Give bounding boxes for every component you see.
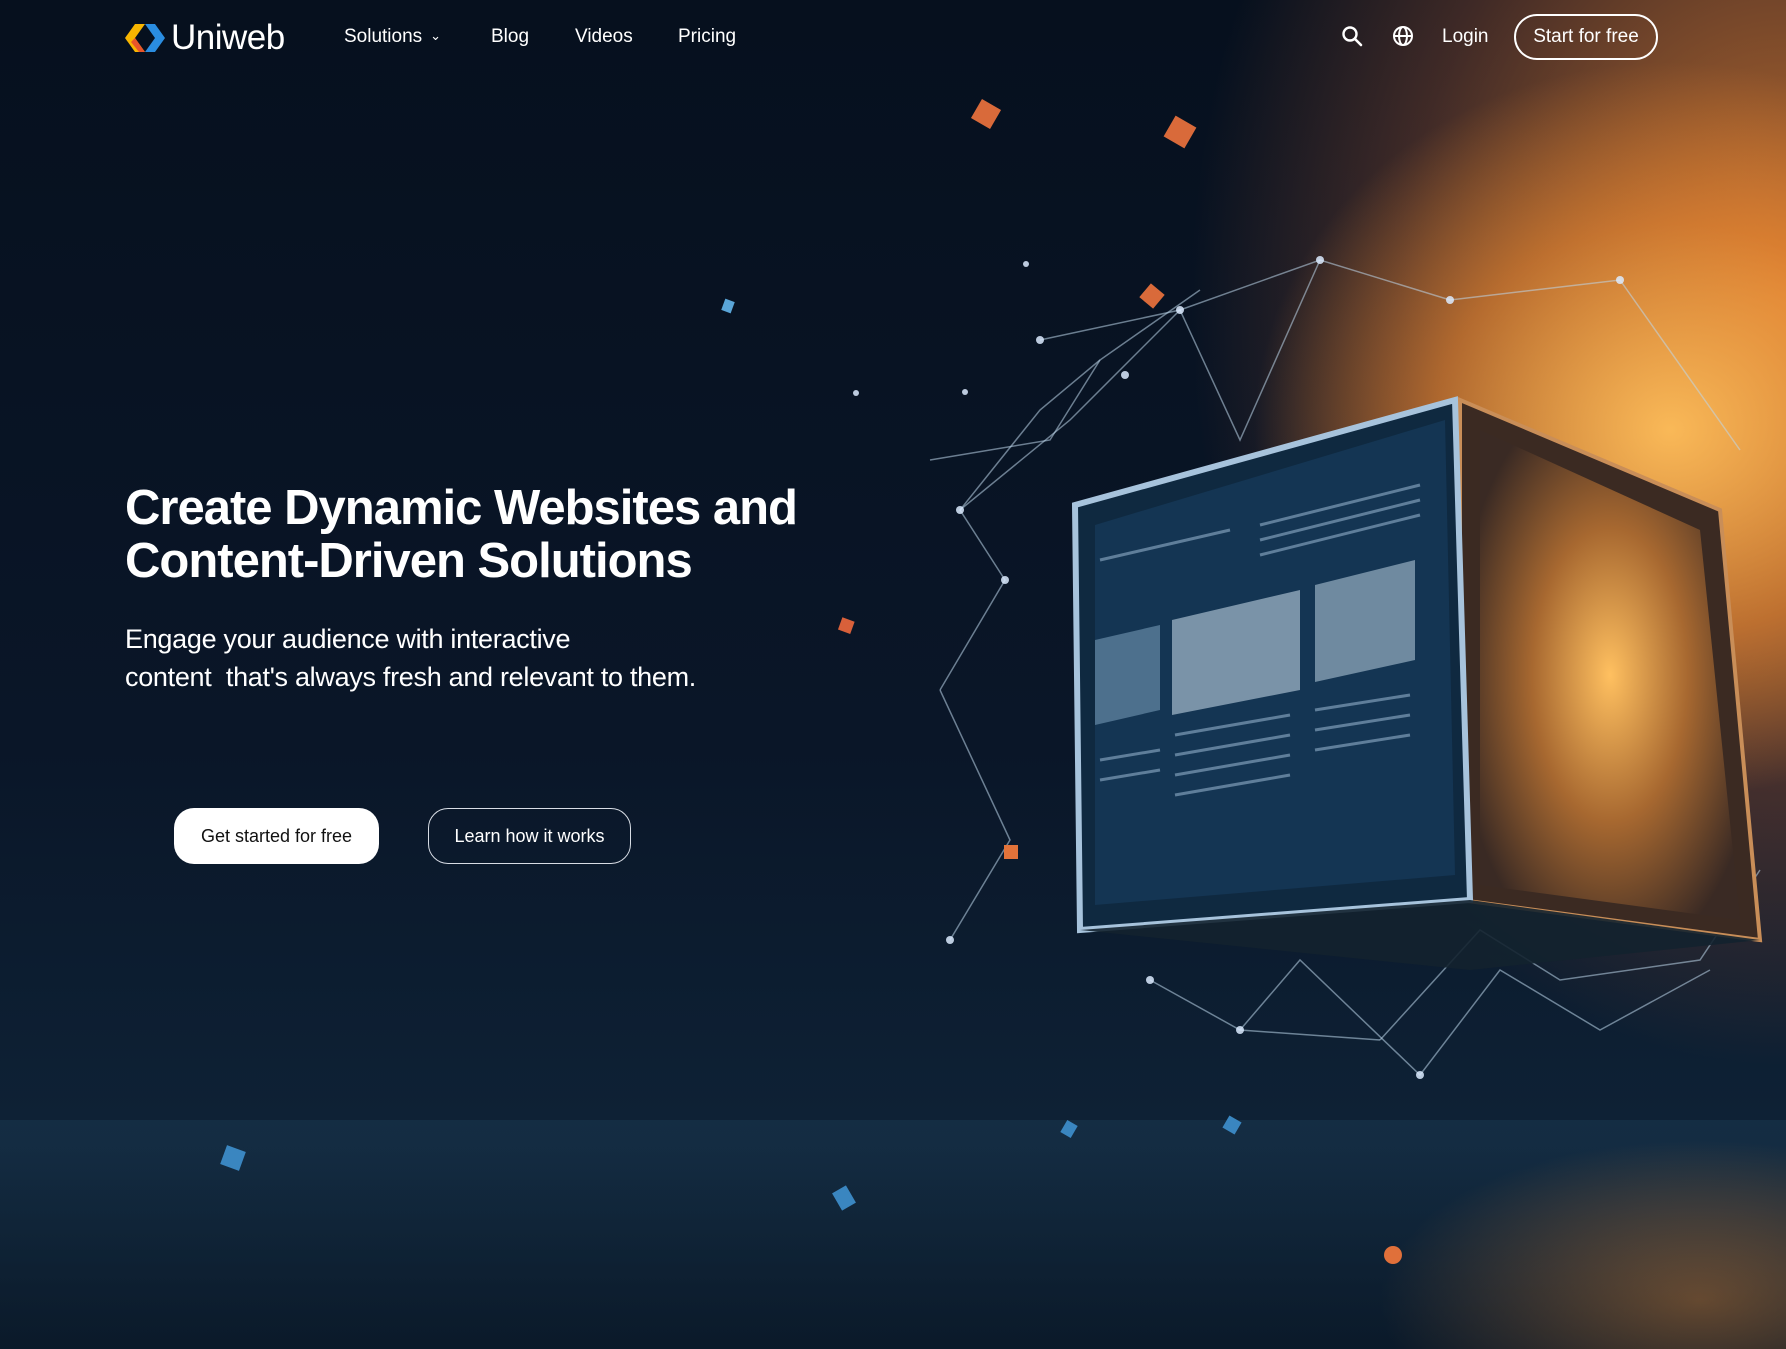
nav-videos[interactable]: Videos [575,26,633,48]
globe-icon[interactable] [1391,24,1415,48]
learn-how-it-works-button[interactable]: Learn how it works [428,808,631,864]
hero-title-line-1: Create Dynamic Websites and [125,481,798,535]
nav-solutions-label: Solutions [344,26,423,47]
brand-name: Uniweb [171,18,285,57]
hero-title-line-2: Content-Driven Solutions [125,534,693,588]
login-link[interactable]: Login [1442,26,1489,48]
start-for-free-button[interactable]: Start for free [1514,14,1658,60]
hero-title: Create Dynamic Websites and Content-Driv… [125,482,845,588]
hero-subtitle-line-1: Engage your audience with interactive [125,624,571,654]
hero-subtitle: Engage your audience with interactive co… [125,620,805,696]
hero-subtitle-line-2: content that's always fresh and relevant… [125,662,696,692]
nav-solutions[interactable]: Solutions ⌄ [344,26,441,48]
nav-pricing[interactable]: Pricing [678,26,736,48]
search-icon[interactable] [1340,24,1364,48]
top-navigation: Uniweb Solutions ⌄ Blog Videos Pricing Lo… [0,0,1786,76]
uniweb-logo-icon [125,24,165,52]
brand-logo[interactable]: Uniweb [125,18,285,58]
nav-blog[interactable]: Blog [491,26,529,48]
chevron-down-icon: ⌄ [430,28,442,43]
get-started-button[interactable]: Get started for free [174,808,379,864]
